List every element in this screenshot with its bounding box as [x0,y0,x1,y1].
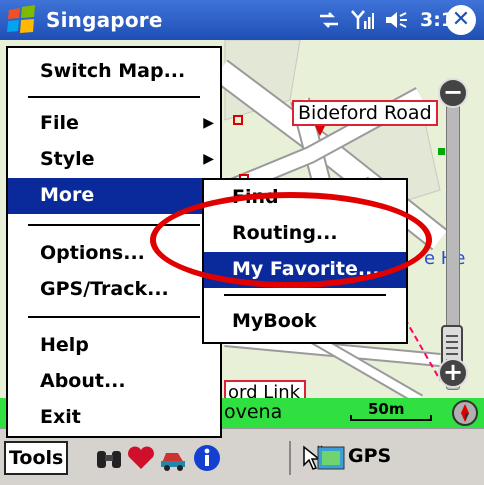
menu-item-file[interactable]: File ▶ [8,106,220,142]
connectivity-icon[interactable] [318,10,340,30]
menu-item-label: Help [40,334,89,356]
app-title: Singapore [46,8,163,32]
menu-item-label: File [40,112,79,134]
menu-item-help[interactable]: Help [8,328,220,364]
volume-icon[interactable] [384,9,408,31]
current-location-name: ovena [224,401,283,423]
binoculars-icon[interactable] [94,443,124,473]
menu-separator [224,294,386,296]
submenu-arrow-icon: ▶ [203,115,214,131]
menu-item-about[interactable]: About... [8,364,220,400]
menu-item-gps-track[interactable]: GPS/Track... [8,272,220,308]
menu-item-label: Exit [40,406,81,428]
menu-item-label: More [40,184,95,206]
gps-button[interactable]: GPS [348,445,391,467]
zoom-out-button[interactable]: − [438,78,468,108]
menu-item-label: Switch Map... [40,60,186,82]
road-label-bideford[interactable]: Bideford Road [292,100,438,126]
submenu-arrow-icon: ▶ [203,151,214,167]
submenu-item-label: MyBook [232,310,317,332]
menu-separator [28,96,200,98]
car-icon[interactable] [158,443,188,473]
windows-logo-icon[interactable] [6,4,38,36]
menu-item-label: GPS/Track... [40,278,169,300]
toolbar-separator [289,441,291,475]
signal-icon[interactable] [350,9,374,31]
menu-item-switch-map[interactable]: Switch Map... [8,54,220,90]
menu-separator [28,316,200,318]
menu-item-style[interactable]: Style ▶ [8,142,220,178]
menu-item-label: Style [40,148,95,170]
map-scale: 50m [350,400,432,424]
close-button[interactable]: ✕ [446,5,476,35]
info-icon[interactable] [192,443,222,473]
tools-menu-button[interactable]: Tools [4,441,69,475]
heart-icon[interactable] [126,443,156,473]
compass-icon[interactable] [452,400,478,426]
screen: { "title_bar": { "app_title": "Singapore… [0,0,484,485]
menu-item-label: Options... [40,242,145,264]
title-bar: Singapore 3:17 ✕ [0,0,484,40]
highlight-ellipse [150,192,432,288]
system-tray: 3:17 [318,6,467,34]
menu-item-label: About... [40,370,126,392]
zoom-in-button[interactable]: + [438,358,468,388]
menu-item-exit[interactable]: Exit [8,400,220,436]
map-screen-icon[interactable] [316,443,346,473]
scale-bar [350,415,432,421]
submenu-item-mybook[interactable]: MyBook [204,304,406,340]
